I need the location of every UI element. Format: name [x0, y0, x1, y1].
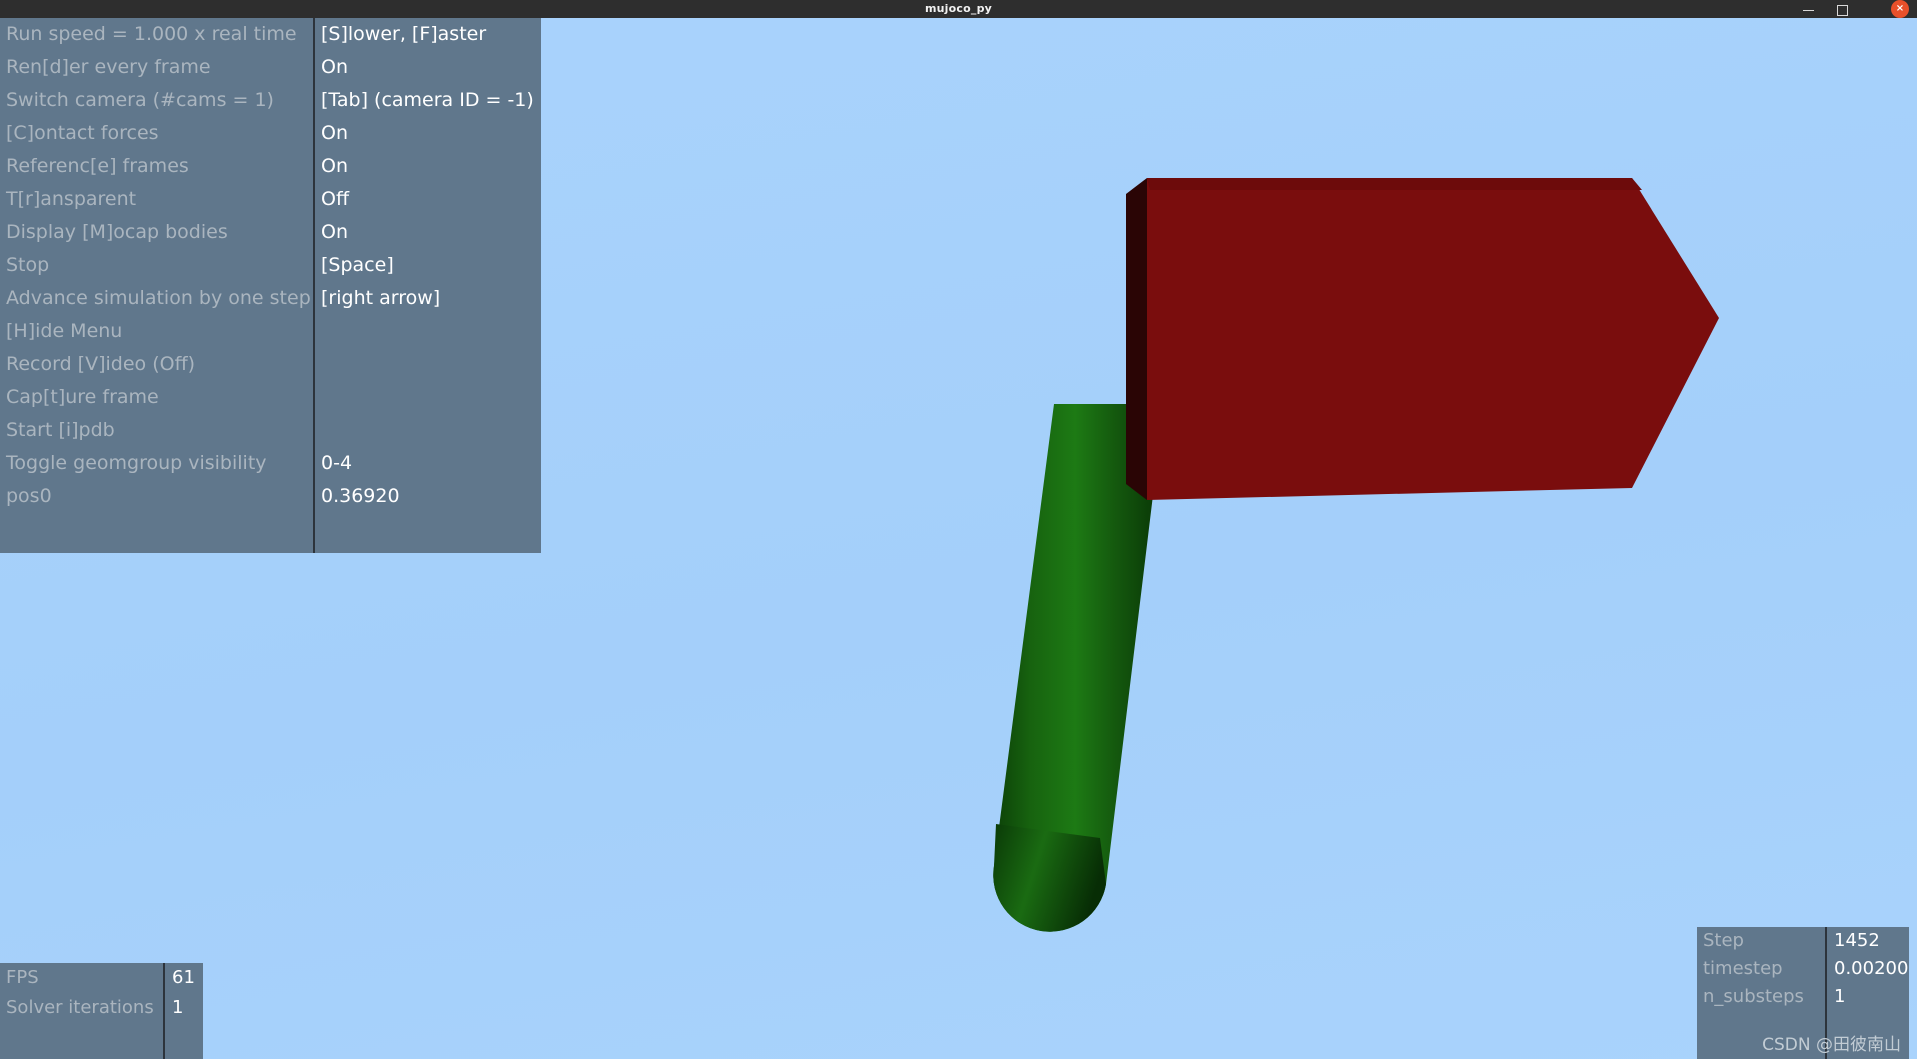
menu-label: Advance simulation by one step — [6, 287, 311, 309]
timestep-row: timestep 0.00200 — [1697, 955, 1909, 983]
menu-label: Cap[t]ure frame — [6, 386, 159, 408]
main-menu-panel[interactable]: Run speed = 1.000 x real time [S]lower, … — [0, 18, 541, 553]
menu-value: On — [321, 155, 348, 177]
menu-value: [right arrow] — [321, 287, 441, 309]
solver-iterations-value: 1 — [172, 997, 184, 1018]
csdn-watermark: CSDN @田彼南山 — [1762, 1035, 1901, 1055]
menu-row-capture-frame[interactable]: Cap[t]ure frame — [0, 381, 541, 414]
menu-row-hide-menu[interactable]: [H]ide Menu — [0, 315, 541, 348]
menu-row-run-speed[interactable]: Run speed = 1.000 x real time [S]lower, … — [0, 18, 541, 51]
mujoco-viewer-window: mujoco_py × Run speed = 1.000 x real tim… — [0, 0, 1917, 1059]
menu-label: pos0 — [6, 485, 52, 507]
menu-label: Ren[d]er every frame — [6, 56, 211, 78]
solver-iterations-row: Solver iterations 1 — [0, 993, 203, 1023]
menu-row-reference-frames[interactable]: Referenc[e] frames On — [0, 150, 541, 183]
menu-label: Start [i]pdb — [6, 419, 115, 441]
n-substeps-value: 1 — [1834, 986, 1846, 1007]
menu-value: 0-4 — [321, 452, 353, 474]
minimize-button[interactable] — [1795, 0, 1821, 18]
n-substeps-row: n_substeps 1 — [1697, 983, 1909, 1011]
timestep-value: 0.00200 — [1834, 958, 1909, 979]
menu-label: Toggle geomgroup visibility — [6, 452, 267, 474]
menu-label: [C]ontact forces — [6, 122, 159, 144]
step-label: Step — [1703, 930, 1744, 951]
fps-label: FPS — [6, 967, 39, 988]
window-title: mujoco_py — [924, 2, 993, 15]
menu-row-transparent[interactable]: T[r]ansparent Off — [0, 183, 541, 216]
menu-value: [S]lower, [F]aster — [321, 23, 487, 45]
menu-value: Off — [321, 188, 350, 210]
fps-row: FPS 61 — [0, 963, 203, 993]
performance-panel: FPS 61 Solver iterations 1 — [0, 963, 203, 1059]
menu-value: On — [321, 221, 348, 243]
maximize-icon — [1836, 5, 1848, 16]
menu-row-start-ipdb[interactable]: Start [i]pdb — [0, 414, 541, 447]
step-value: 1452 — [1834, 930, 1880, 951]
menu-row-render-every-frame[interactable]: Ren[d]er every frame On — [0, 51, 541, 84]
menu-value: On — [321, 56, 348, 78]
step-row: Step 1452 — [1697, 927, 1909, 955]
close-button[interactable]: × — [1891, 0, 1909, 18]
menu-row-contact-forces[interactable]: [C]ontact forces On — [0, 117, 541, 150]
menu-row-stop[interactable]: Stop [Space] — [0, 249, 541, 282]
menu-label: Stop — [6, 254, 50, 276]
menu-value: [Tab] (camera ID = -1) — [321, 89, 534, 111]
menu-value: On — [321, 122, 348, 144]
minimize-icon — [1802, 10, 1814, 11]
menu-row-switch-camera[interactable]: Switch camera (#cams = 1) [Tab] (camera … — [0, 84, 541, 117]
fps-value: 61 — [172, 967, 195, 988]
menu-label: Record [V]ideo (Off) — [6, 353, 196, 375]
menu-label: Run speed = 1.000 x real time — [6, 23, 297, 45]
hammer-head — [1126, 178, 1719, 500]
menu-value: [Space] — [321, 254, 394, 276]
menu-row-toggle-geomgroup[interactable]: Toggle geomgroup visibility 0-4 — [0, 447, 541, 480]
menu-row-record-video[interactable]: Record [V]ideo (Off) — [0, 348, 541, 381]
solver-iterations-label: Solver iterations — [6, 997, 154, 1018]
timestep-label: timestep — [1703, 958, 1783, 979]
menu-label: T[r]ansparent — [6, 188, 137, 210]
menu-label: Referenc[e] frames — [6, 155, 189, 177]
menu-label: [H]ide Menu — [6, 320, 123, 342]
menu-label: Switch camera (#cams = 1) — [6, 89, 274, 111]
simulation-stats-panel: Step 1452 timestep 0.00200 n_substeps 1 … — [1697, 927, 1909, 1059]
window-titlebar: mujoco_py × — [0, 0, 1917, 18]
menu-row-advance-one-step[interactable]: Advance simulation by one step [right ar… — [0, 282, 541, 315]
maximize-button[interactable] — [1829, 0, 1855, 18]
menu-value: 0.36920 — [321, 485, 400, 507]
menu-row-pos0[interactable]: pos0 0.36920 — [0, 480, 541, 513]
n-substeps-label: n_substeps — [1703, 986, 1804, 1007]
menu-label: Display [M]ocap bodies — [6, 221, 228, 243]
menu-row-display-mocap-bodies[interactable]: Display [M]ocap bodies On — [0, 216, 541, 249]
